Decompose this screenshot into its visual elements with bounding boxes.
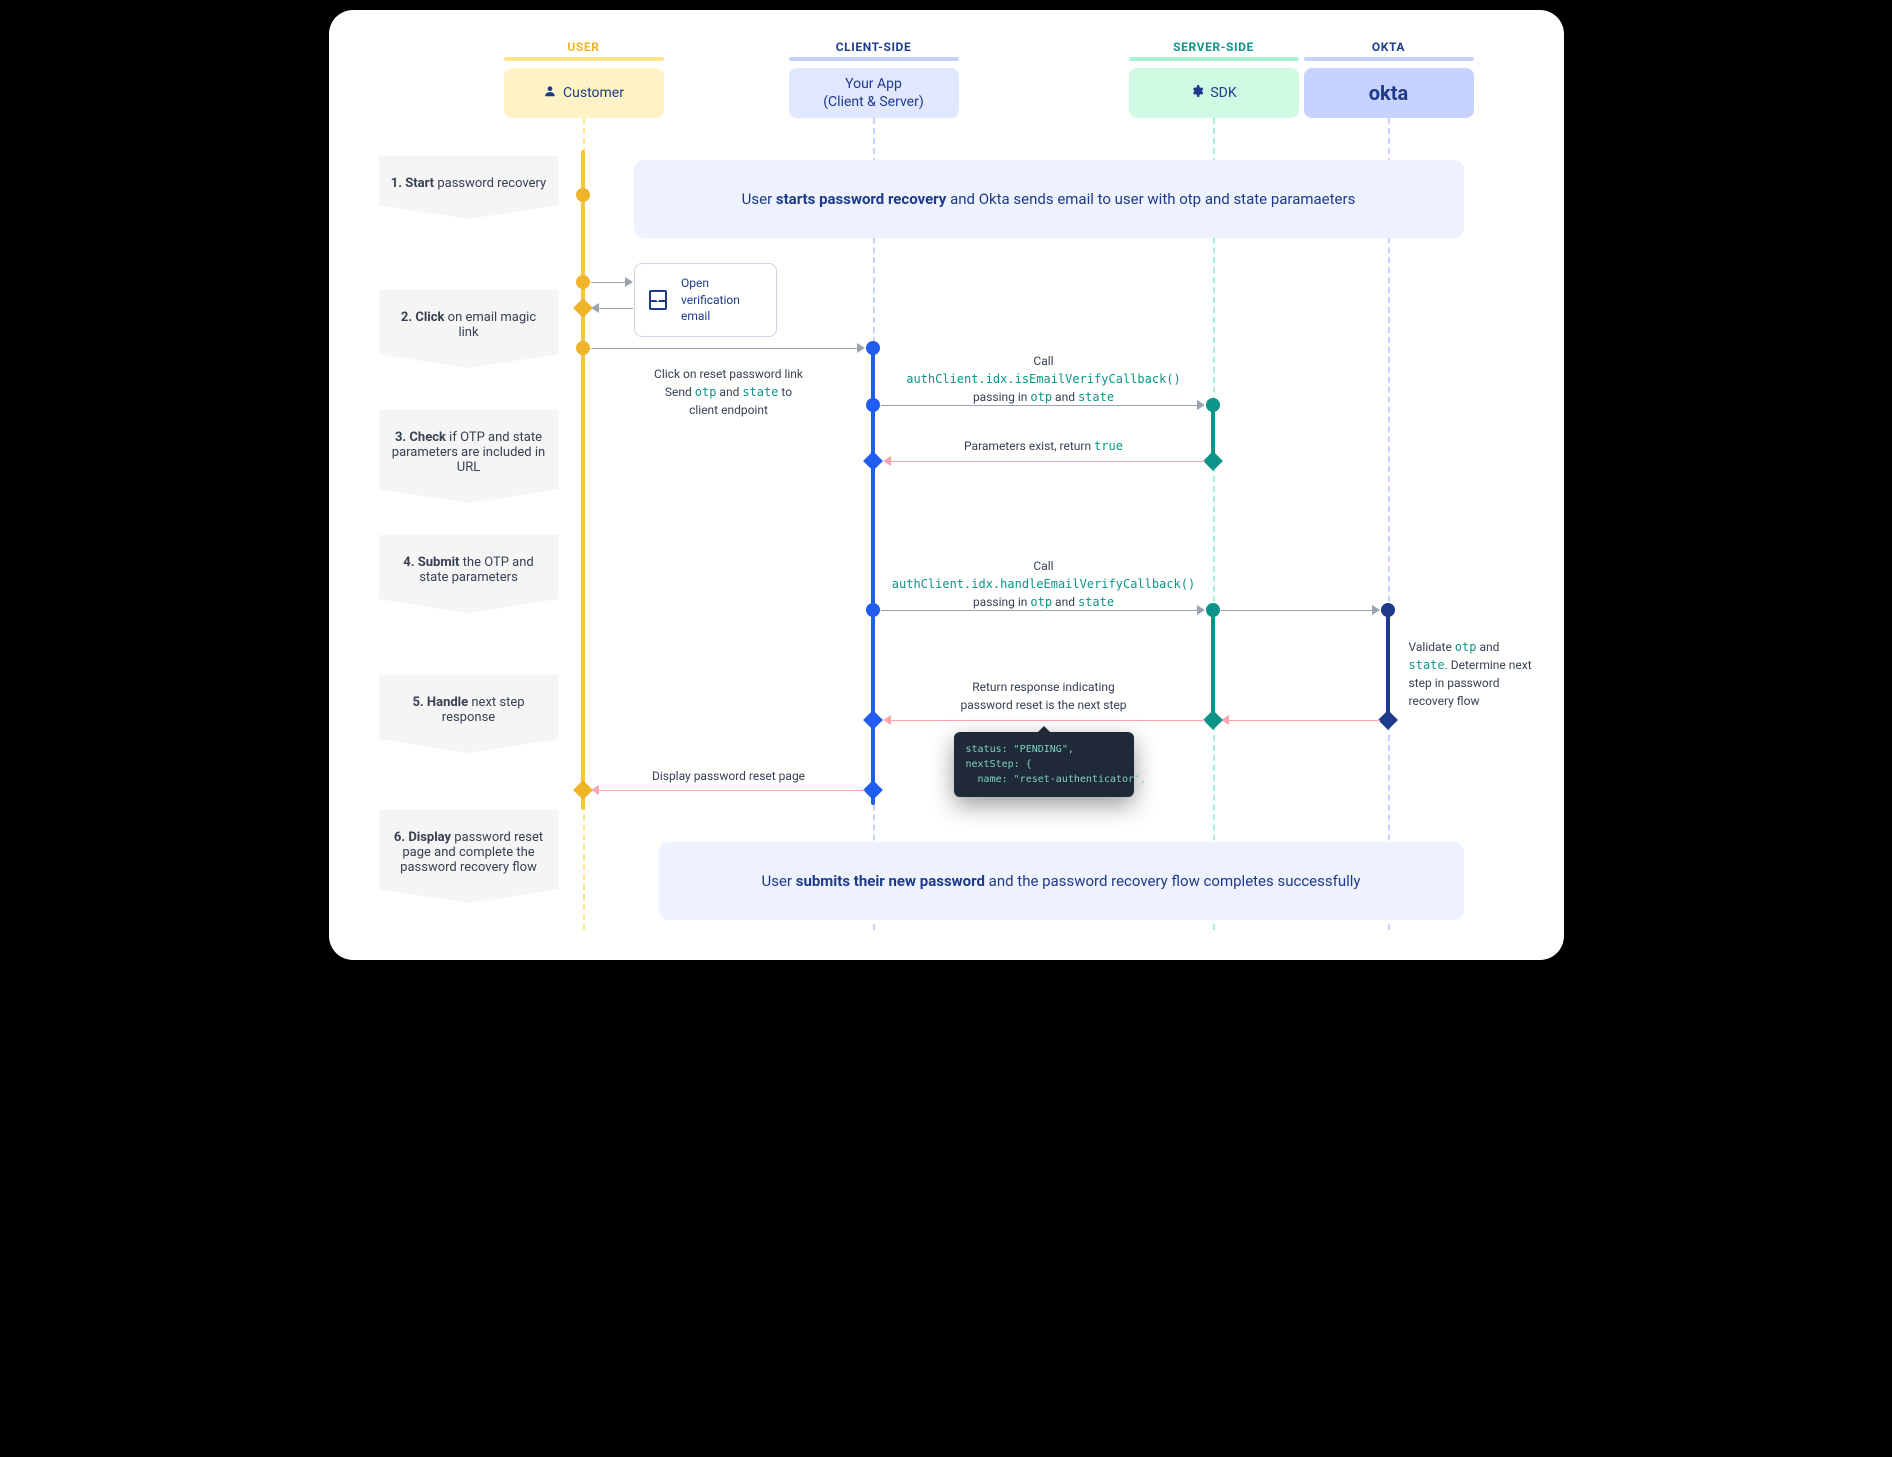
activation-bar (1211, 605, 1215, 725)
participant-client: Your App (Client & Server) (789, 68, 959, 118)
arrow-head-icon (591, 303, 599, 313)
node (573, 298, 593, 318)
lifeline (1388, 118, 1390, 930)
message-label: Click on reset password link Send otp an… (629, 365, 829, 419)
step-label: 3. Check (395, 430, 446, 445)
arrow (591, 282, 627, 283)
participant-server: SDK (1129, 68, 1299, 118)
arrow (889, 461, 1205, 462)
message-label: Display password reset page (629, 767, 829, 785)
validate-label: Validate otp and state. Determine next s… (1409, 638, 1537, 710)
step-4: 4. Submit the OTP and state parameters (379, 535, 559, 613)
node (863, 451, 883, 471)
arrow (591, 348, 859, 349)
activation-bar (581, 150, 585, 810)
banner-start: User starts password recovery and Okta s… (634, 160, 1464, 238)
message-label: Call authClient.idx.handleEmailVerifyCal… (889, 557, 1199, 611)
step-label: 2. Click (401, 310, 445, 325)
code-tooltip: status: "PENDING", nextStep: { name: "re… (954, 732, 1134, 797)
arrow-head-icon (591, 785, 599, 795)
arrow (597, 790, 865, 791)
node (866, 398, 880, 412)
column-header-server: SERVER-SIDE (1129, 40, 1299, 54)
participant-user: Customer (504, 68, 664, 118)
step-label: 4. Submit (403, 555, 459, 570)
arrow (889, 720, 1205, 721)
step-2: 2. Click on email magic link (379, 290, 559, 368)
arrow-head-icon (1197, 400, 1205, 410)
activation-bar (1386, 605, 1390, 725)
step-3: 3. Check if OTP and state parameters are… (379, 410, 559, 503)
node (866, 341, 880, 355)
node (863, 710, 883, 730)
node (1381, 603, 1395, 617)
node (866, 603, 880, 617)
email-card: Open verification email (634, 263, 777, 337)
step-6: 6. Display password reset page and compl… (379, 810, 559, 903)
participant-label: SDK (1210, 85, 1236, 101)
arrow-head-icon (883, 456, 891, 466)
node (573, 780, 593, 800)
arrow-head-icon (883, 715, 891, 725)
divider (1129, 57, 1299, 61)
message-label: Call authClient.idx.isEmailVerifyCallbac… (899, 352, 1189, 406)
node (1206, 603, 1220, 617)
arrow-head-icon (1372, 605, 1380, 615)
step-5: 5. Handle next step response (379, 675, 559, 753)
arrow-head-icon (857, 343, 865, 353)
node (1203, 451, 1223, 471)
participant-sublabel: (Client & Server) (823, 93, 923, 111)
node (1206, 398, 1220, 412)
divider (1304, 57, 1474, 61)
divider (789, 57, 959, 61)
banner-end: User submits their new password and the … (659, 842, 1464, 920)
arrow (597, 308, 633, 309)
divider (504, 57, 664, 61)
email-label: Open verification email (681, 275, 761, 325)
node (1378, 710, 1398, 730)
node (1203, 710, 1223, 730)
step-label: 5. Handle (412, 695, 468, 710)
node (576, 275, 590, 289)
step-label: 1. Start (391, 176, 434, 191)
step-label: 6. Display (394, 830, 451, 845)
user-icon (543, 84, 557, 102)
message-label: Return response indicating password rese… (929, 678, 1159, 714)
arrow-head-icon (625, 277, 633, 287)
arrow (1221, 610, 1374, 611)
participant-label: Your App (845, 75, 902, 93)
participant-okta: okta (1304, 68, 1474, 118)
participant-label: Customer (563, 85, 624, 101)
column-header-client: CLIENT-SIDE (789, 40, 959, 54)
arrow (1227, 720, 1380, 721)
activation-bar (871, 345, 875, 805)
lifeline (1213, 118, 1215, 930)
gear-icon (1190, 84, 1204, 102)
column-header-user: USER (499, 40, 669, 54)
column-header-okta: OKTA (1304, 40, 1474, 54)
diagram: USER CLIENT-SIDE SERVER-SIDE OKTA Custom… (329, 10, 1564, 960)
okta-logo: okta (1369, 81, 1408, 105)
step-1: 1. Start password recovery (379, 156, 559, 219)
node (863, 780, 883, 800)
message-label: Parameters exist, return true (929, 437, 1159, 455)
node (576, 341, 590, 355)
node (576, 188, 590, 202)
mail-icon (649, 290, 668, 310)
